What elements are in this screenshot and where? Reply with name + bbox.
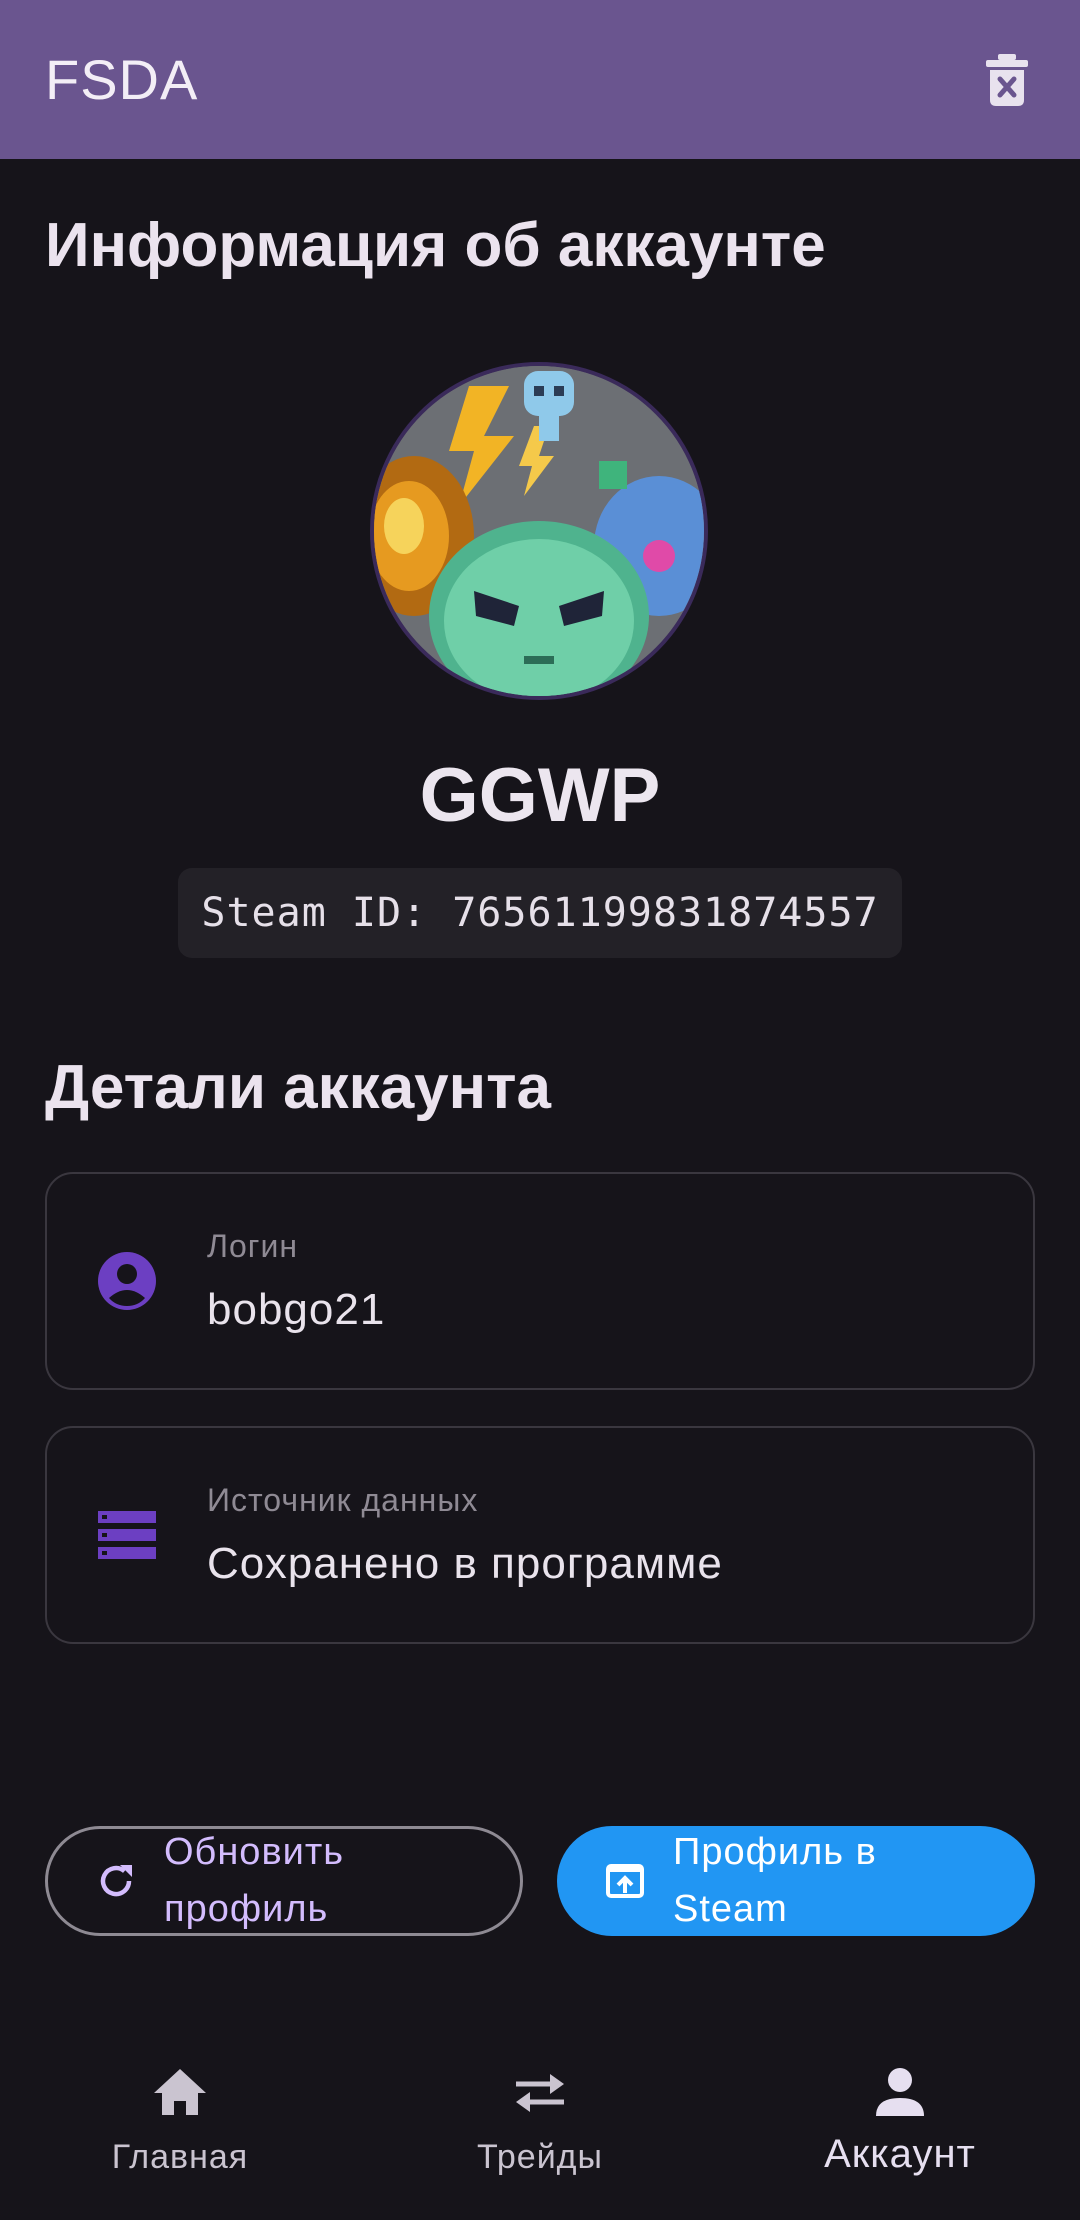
steam-profile-button[interactable]: Профиль в Steam — [557, 1826, 1035, 1936]
account-circle-icon — [47, 1252, 207, 1310]
nav-label-account: Аккаунт — [824, 2132, 976, 2176]
avatar — [370, 362, 708, 700]
account-info-title: Информация об аккаунте — [45, 211, 826, 280]
steam-profile-label: Профиль в Steam — [673, 1831, 877, 1930]
refresh-icon — [94, 1859, 138, 1903]
refresh-profile-button[interactable]: Обновить профиль — [45, 1826, 523, 1936]
nav-item-account[interactable]: Аккаунт — [720, 2030, 1080, 2220]
login-card: Логин bobgo21 — [45, 1172, 1035, 1390]
nav-item-trades[interactable]: Трейды — [360, 2030, 720, 2220]
refresh-profile-label: Обновить профиль — [164, 1831, 345, 1930]
login-value: bobgo21 — [207, 1284, 386, 1334]
account-details-title: Детали аккаунта — [45, 1053, 551, 1122]
delete-button[interactable] — [979, 52, 1035, 108]
bottom-navigation: Главная Трейды Аккаунт — [0, 2030, 1080, 2220]
avatar-image — [374, 366, 704, 696]
person-icon — [870, 2062, 930, 2122]
nav-item-home[interactable]: Главная — [0, 2030, 360, 2220]
username: GGWP — [419, 753, 661, 838]
home-icon — [150, 2062, 210, 2122]
data-source-card: Источник данных Сохранено в программе — [45, 1426, 1035, 1644]
data-source-label: Источник данных — [207, 1481, 479, 1518]
delete-sweep-icon — [986, 53, 1028, 106]
app-title: FSDA — [45, 48, 199, 111]
storage-icon — [47, 1511, 207, 1559]
nav-label-trades: Трейды — [477, 2138, 603, 2176]
steam-id-chip[interactable]: Steam ID: 76561199831874557 — [178, 868, 902, 958]
nav-label-home: Главная — [111, 2138, 249, 2176]
open-in-new-icon — [603, 1859, 647, 1903]
swap-icon — [510, 2062, 570, 2122]
app-bar: FSDA — [0, 0, 1080, 159]
data-source-value: Сохранено в программе — [207, 1538, 723, 1588]
login-label: Логин — [207, 1227, 299, 1264]
